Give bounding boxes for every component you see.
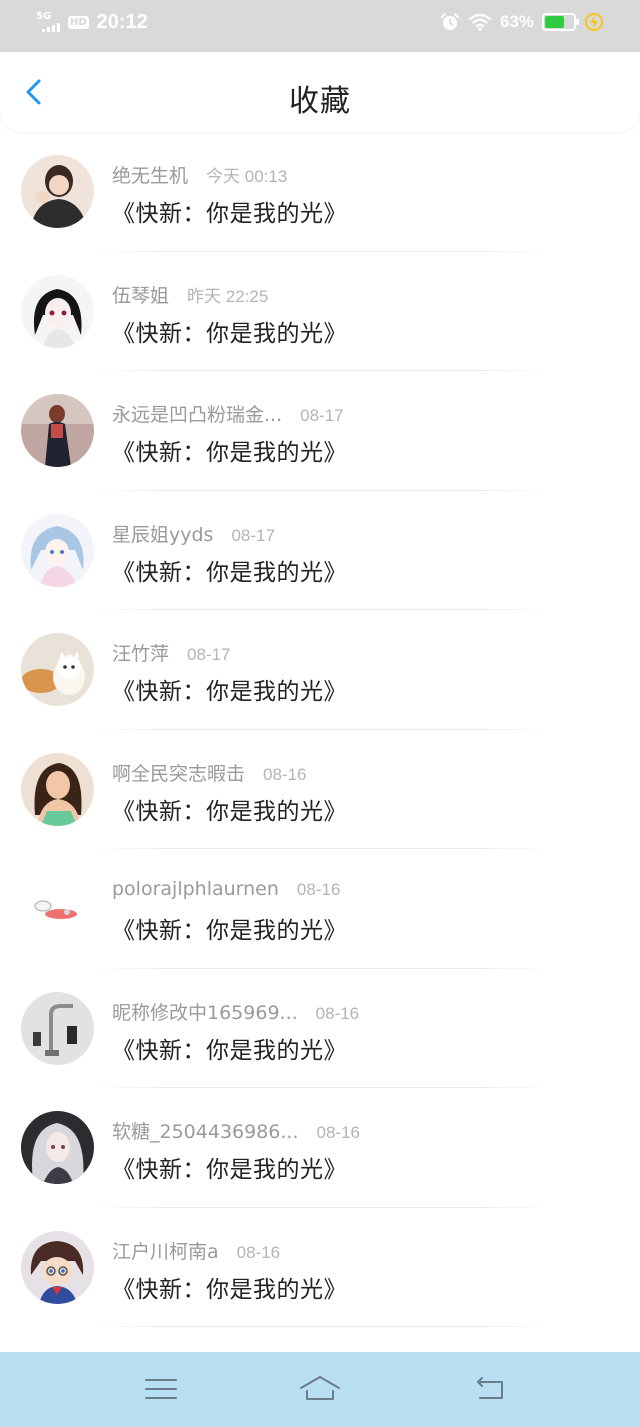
list-item[interactable]: 啊全民突志暇击 08-16 《快新：你是我的光》 [0,730,640,849]
status-time: 20:12 [96,10,148,33]
timestamp: 08-17 [187,645,231,664]
back-icon [477,1377,503,1399]
timestamp: 今天 00:13 [206,167,288,186]
user-name[interactable]: 永远是凹凸粉瑞金... [112,400,282,427]
item-title[interactable]: 《快新：你是我的光》 [112,553,347,587]
timestamp: 08-16 [263,764,307,784]
alarm-icon [440,13,459,30]
avatar[interactable] [21,991,94,1065]
list-item[interactable]: 软糖_2504436986... 08-16 《快新：你是我的光》 [0,1088,640,1208]
user-name[interactable]: 昵称修改中165969... [112,998,298,1025]
avatar[interactable] [21,274,94,348]
list-item[interactable]: 江户川柯南a 08-16 《快新：你是我的光》 [0,1208,640,1327]
user-name[interactable]: 汪竹萍 [112,639,169,666]
avatar[interactable] [21,394,94,467]
list-item[interactable]: 星辰姐yyds 08-17 《快新：你是我的光》 [0,491,640,610]
status-right: 63% [440,12,604,32]
user-name[interactable]: 啊全民突志暇击 [112,759,245,786]
user-name[interactable]: polorajlphlaurnen [112,878,279,900]
list-item[interactable]: 汪竹萍 08-17 《快新：你是我的光》 [0,610,640,730]
avatar[interactable] [21,872,94,945]
avatar[interactable] [21,752,94,826]
list-item[interactable]: 绝无生机 今天 00:13 《快新：你是我的光》 [0,132,640,252]
system-nav-bar [0,1352,640,1427]
home-button[interactable] [298,1372,342,1406]
user-name[interactable]: 伍琴姐 [112,281,169,308]
status-bar: 5G HD 20:12 63% [0,0,640,52]
item-title[interactable]: 《快新：你是我的光》 [112,314,347,348]
back-nav-button[interactable] [470,1372,510,1406]
list-item[interactable]: 永远是凹凸粉瑞金... 08-17 《快新：你是我的光》 [0,371,640,491]
item-title[interactable]: 《快新：你是我的光》 [112,1031,347,1065]
item-title[interactable]: 《快新：你是我的光》 [112,1270,347,1304]
favorites-list: 绝无生机 今天 00:13 《快新：你是我的光》 伍琴姐 昨天 22:25 《快… [0,132,640,1327]
home-icon [300,1376,340,1400]
list-item[interactable]: polorajlphlaurnen 08-16 《快新：你是我的光》 [0,849,640,969]
avatar[interactable] [21,633,94,706]
timestamp: 08-16 [315,1003,360,1023]
battery-icon [542,13,579,31]
network-type: 5G [36,11,52,22]
item-title[interactable]: 《快新：你是我的光》 [112,194,347,228]
battery-level [545,16,564,28]
avatar[interactable] [21,155,94,228]
user-name[interactable]: 江户川柯南a [112,1237,219,1264]
wifi-icon [468,13,492,31]
menu-button[interactable] [141,1372,181,1406]
menu-icon [145,1379,177,1399]
hd-badge: HD [68,15,89,29]
battery-percent: 63% [499,12,534,31]
timestamp: 08-16 [316,1123,360,1142]
page-title: 收藏 [289,84,351,119]
timestamp: 08-17 [300,406,344,425]
timestamp: 昨天 22:25 [187,286,269,306]
user-name[interactable]: 星辰姐yyds [112,520,213,547]
item-title[interactable]: 《快新：你是我的光》 [112,1150,347,1184]
status-left: 5G HD 20:12 [36,10,148,34]
item-title[interactable]: 《快新：你是我的光》 [112,792,347,826]
timestamp: 08-16 [296,880,341,899]
list-item[interactable]: 伍琴姐 昨天 22:25 《快新：你是我的光》 [0,252,640,371]
charging-icon [585,13,603,31]
header: 收藏 [0,52,640,132]
avatar[interactable] [21,1230,94,1304]
divider [92,1326,552,1327]
user-name[interactable]: 绝无生机 [112,161,188,188]
list-item[interactable]: 昵称修改中165969... 08-16 《快新：你是我的光》 [0,969,640,1088]
item-title[interactable]: 《快新：你是我的光》 [112,911,347,945]
signal-icon: 5G [36,10,60,34]
item-title[interactable]: 《快新：你是我的光》 [112,672,347,706]
timestamp: 08-16 [236,1242,281,1262]
timestamp: 08-17 [231,525,275,545]
item-title[interactable]: 《快新：你是我的光》 [112,433,347,467]
avatar[interactable] [21,1111,94,1184]
user-name[interactable]: 软糖_2504436986... [112,1117,299,1144]
avatar[interactable] [21,513,94,587]
